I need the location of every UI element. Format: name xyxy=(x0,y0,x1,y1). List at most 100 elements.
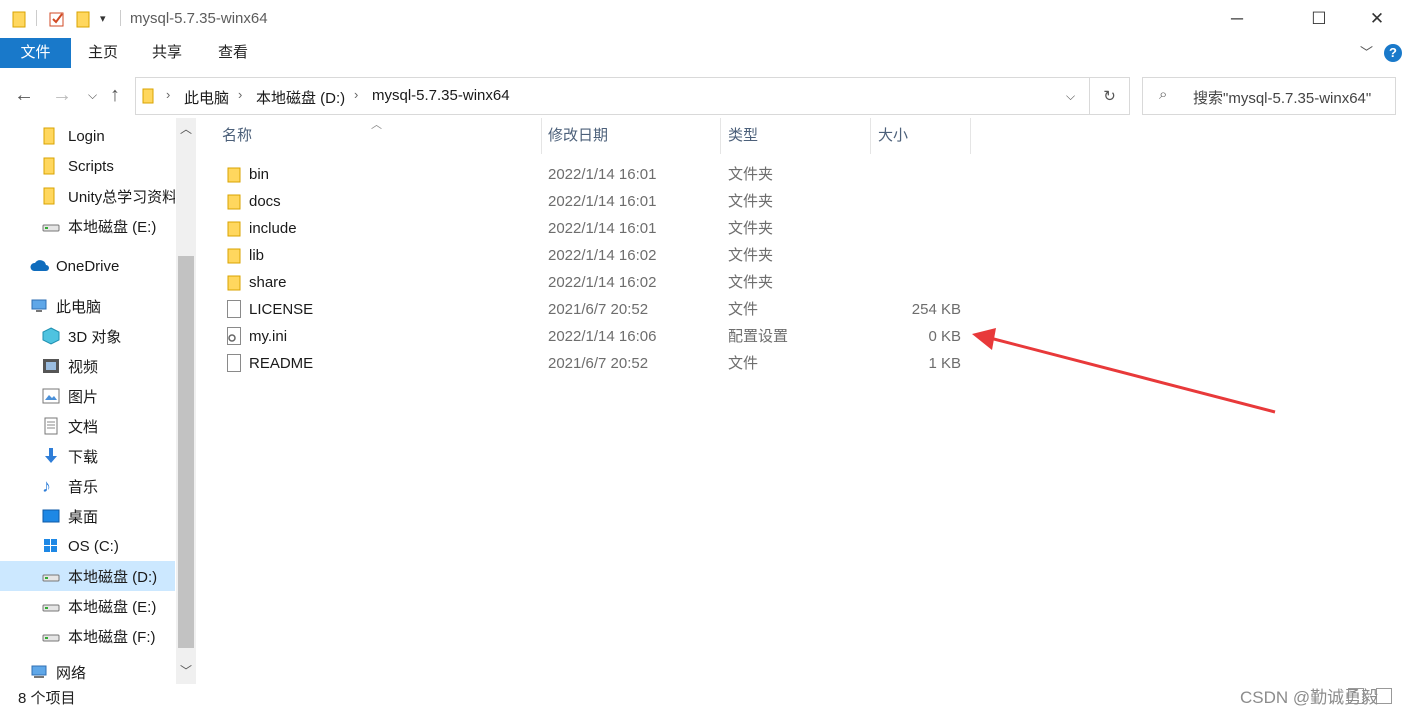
file-type: 文件夹 xyxy=(728,193,774,210)
network-icon xyxy=(30,663,48,681)
nav-label: 桌面 xyxy=(68,508,99,526)
nav-item-videos[interactable]: 视频 xyxy=(0,351,175,381)
search-placeholder: 搜索"mysql-5.7.35-winx64" xyxy=(1193,90,1372,107)
column-header-size[interactable]: 大小 xyxy=(878,118,908,154)
nav-label: 3D 对象 xyxy=(68,328,122,346)
file-date: 2022/1/14 16:01 xyxy=(548,193,657,210)
file-row[interactable]: LICENSE 2021/6/7 20:52 文件 254 KB xyxy=(205,296,985,323)
nav-item-3d-objects[interactable]: 3D 对象 xyxy=(0,321,175,351)
folder-icon xyxy=(42,127,60,145)
nav-item-downloads[interactable]: 下载 xyxy=(0,441,175,471)
address-bar[interactable]: › 此电脑 › 本地磁盘 (D:) › mysql-5.7.35-winx64 … xyxy=(135,77,1090,115)
expand-ribbon-icon[interactable]: ﹀ xyxy=(1360,38,1373,68)
column-header-name[interactable]: 名称 xyxy=(222,118,252,154)
scroll-up-icon[interactable]: ︿ xyxy=(180,120,192,137)
column-divider[interactable] xyxy=(720,118,721,154)
file-name: my.ini xyxy=(249,328,288,345)
scroll-down-icon[interactable]: ﹀ xyxy=(180,662,192,679)
forward-icon[interactable]: → xyxy=(52,84,72,107)
properties-icon[interactable] xyxy=(48,10,66,28)
nav-item-drive-d[interactable]: 本地磁盘 (D:) xyxy=(0,561,175,591)
nav-label: Unity总学习资料 xyxy=(68,188,175,206)
nav-item-drive-e-quick[interactable]: 本地磁盘 (E:) xyxy=(0,211,175,241)
nav-scrollbar[interactable]: ︿ ﹀ xyxy=(176,118,196,684)
item-count: 8 个项目 xyxy=(18,690,76,707)
video-icon xyxy=(42,357,60,375)
up-icon[interactable]: ↑ xyxy=(110,84,120,107)
file-type: 文件夹 xyxy=(728,247,774,264)
file-row[interactable]: my.ini 2022/1/14 16:06 配置设置 0 KB xyxy=(205,323,985,350)
column-divider[interactable] xyxy=(541,118,542,154)
maximize-icon[interactable]: ☐ xyxy=(1292,0,1346,38)
annotation-arrow-icon xyxy=(972,328,1276,414)
file-date: 2022/1/14 16:02 xyxy=(548,247,657,264)
chevron-right-icon[interactable]: › xyxy=(166,87,170,102)
column-header-type[interactable]: 类型 xyxy=(728,118,758,154)
column-divider[interactable] xyxy=(870,118,871,154)
file-date: 2022/1/14 16:01 xyxy=(548,220,657,237)
file-row[interactable]: include 2022/1/14 16:01 文件夹 xyxy=(205,215,985,242)
file-type: 文件 xyxy=(728,355,759,372)
tab-share[interactable]: 共享 xyxy=(152,38,182,68)
chevron-right-icon[interactable]: › xyxy=(354,87,358,102)
nav-label: OneDrive xyxy=(56,257,120,275)
refresh-icon[interactable]: ↻ xyxy=(1090,77,1130,115)
help-icon[interactable]: ? xyxy=(1384,44,1402,62)
breadcrumb-this-pc[interactable]: 此电脑 xyxy=(184,87,229,108)
large-icons-view-icon[interactable] xyxy=(1376,688,1392,704)
computer-icon xyxy=(30,297,48,315)
watermark: CSDN @勤诚勇毅 xyxy=(1240,688,1379,707)
back-icon[interactable]: ← xyxy=(14,84,34,107)
nav-item-network[interactable]: 网络 xyxy=(0,660,175,684)
folder-icon xyxy=(142,88,154,108)
file-row[interactable]: lib 2022/1/14 16:02 文件夹 xyxy=(205,242,985,269)
minimize-icon[interactable]: ─ xyxy=(1210,0,1264,38)
nav-item-desktop[interactable]: 桌面 xyxy=(0,501,175,531)
file-size: 254 KB xyxy=(911,301,961,318)
file-row[interactable]: bin 2022/1/14 16:01 文件夹 xyxy=(205,161,985,188)
nav-item-documents[interactable]: 文档 xyxy=(0,411,175,441)
nav-label: 网络 xyxy=(56,664,87,682)
nav-item-drive-f[interactable]: 本地磁盘 (F:) xyxy=(0,621,175,651)
search-input[interactable]: ⌕ 搜索"mysql-5.7.35-winx64" xyxy=(1142,77,1396,115)
scroll-thumb[interactable] xyxy=(178,256,194,648)
breadcrumb-drive-d[interactable]: 本地磁盘 (D:) xyxy=(256,87,345,108)
folder-icon xyxy=(42,157,60,175)
file-type: 配置设置 xyxy=(728,328,789,345)
file-row[interactable]: share 2022/1/14 16:02 文件夹 xyxy=(205,269,985,296)
recent-locations-icon[interactable]: ⌵ xyxy=(88,88,97,103)
file-name: docs xyxy=(249,193,281,210)
file-type: 文件 xyxy=(728,301,759,318)
close-icon[interactable]: ✕ xyxy=(1350,0,1404,38)
nav-label: 文档 xyxy=(68,418,99,436)
new-folder-icon[interactable] xyxy=(76,10,90,28)
chevron-down-icon[interactable]: ⌵ xyxy=(1066,89,1075,104)
nav-item-scripts[interactable]: Scripts xyxy=(0,151,175,181)
nav-item-unity[interactable]: Unity总学习资料 xyxy=(0,181,175,211)
file-row[interactable]: docs 2022/1/14 16:01 文件夹 xyxy=(205,188,985,215)
file-date: 2021/6/7 20:52 xyxy=(548,301,649,318)
nav-item-music[interactable]: ♪ 音乐 xyxy=(0,471,175,501)
breadcrumb-current-folder[interactable]: mysql-5.7.35-winx64 xyxy=(372,87,510,104)
search-icon: ⌕ xyxy=(1159,86,1168,103)
column-divider[interactable] xyxy=(970,118,971,154)
nav-item-this-pc[interactable]: 此电脑 xyxy=(0,291,175,321)
column-header-date[interactable]: 修改日期 xyxy=(548,118,608,154)
file-row[interactable]: README 2021/6/7 20:52 文件 1 KB xyxy=(205,350,985,377)
tab-home[interactable]: 主页 xyxy=(88,38,118,68)
nav-item-pictures[interactable]: 图片 xyxy=(0,381,175,411)
nav-label: 本地磁盘 (E:) xyxy=(68,218,157,236)
tab-file[interactable]: 文件 xyxy=(0,38,71,68)
file-name: include xyxy=(249,220,297,237)
customize-qat-icon[interactable]: ▾ xyxy=(100,12,106,30)
nav-item-login[interactable]: Login xyxy=(0,121,175,151)
tab-view[interactable]: 查看 xyxy=(218,38,248,68)
3d-objects-icon xyxy=(42,327,60,345)
nav-item-drive-c[interactable]: OS (C:) xyxy=(0,531,175,561)
nav-item-onedrive[interactable]: OneDrive xyxy=(0,251,175,281)
folder-icon xyxy=(227,167,241,183)
window-title: mysql-5.7.35-winx64 xyxy=(130,10,268,27)
chevron-right-icon[interactable]: › xyxy=(238,87,242,102)
separator xyxy=(36,10,37,26)
nav-item-drive-e[interactable]: 本地磁盘 (E:) xyxy=(0,591,175,621)
